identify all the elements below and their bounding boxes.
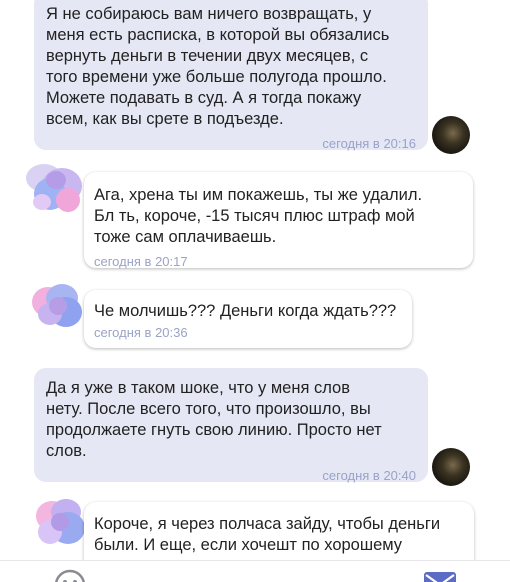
chat-window: Я не собираюсь вам ничего возвращать, у … — [0, 0, 510, 582]
emoji-icon[interactable] — [54, 569, 86, 582]
message-timestamp: сегодня в 20:40 — [322, 468, 416, 483]
message-text: Ага, хрена ты им покажешь, ты же удалил.… — [94, 186, 423, 246]
avatar[interactable] — [22, 156, 88, 222]
message-timestamp: сегодня в 20:16 — [322, 136, 416, 151]
message-bubble-outgoing[interactable]: Я не собираюсь вам ничего возвращать, у … — [34, 0, 428, 151]
message-input-bar[interactable] — [0, 560, 510, 582]
message-text: Я не собираюсь вам ничего возвращать, у … — [46, 5, 390, 128]
avatar[interactable] — [30, 492, 90, 552]
message-text: Че молчишь??? Деньги когда ждать??? — [94, 302, 397, 320]
send-icon[interactable] — [423, 571, 457, 582]
message-text: Да я уже в таком шоке, что у меня слов н… — [46, 379, 382, 460]
avatar-blob-icon — [36, 499, 85, 544]
message-text: Короче, я через полчаса зайду, чтобы ден… — [94, 515, 441, 554]
message-bubble-incoming[interactable]: Ага, хрена ты им покажешь, ты же удалил.… — [84, 172, 473, 269]
avatar-blob-icon — [26, 164, 82, 212]
avatar-blob-icon — [32, 284, 82, 327]
avatar[interactable] — [28, 276, 86, 334]
avatar[interactable] — [432, 448, 470, 486]
avatar[interactable] — [432, 116, 470, 154]
message-bubble-incoming[interactable]: Че молчишь??? Деньги когда ждать??? сего… — [84, 290, 412, 348]
message-timestamp: сегодня в 20:36 — [94, 325, 188, 340]
message-timestamp: сегодня в 20:17 — [94, 254, 188, 269]
message-bubble-outgoing[interactable]: Да я уже в таком шоке, что у меня слов н… — [34, 368, 428, 483]
